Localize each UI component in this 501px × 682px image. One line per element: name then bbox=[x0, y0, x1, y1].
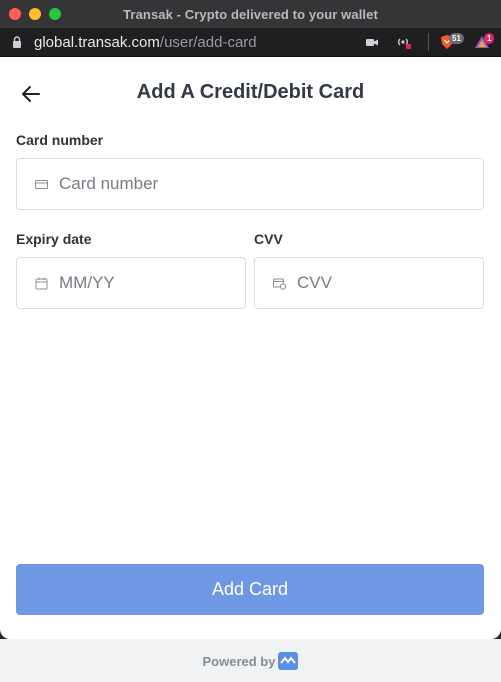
window-controls bbox=[9, 8, 61, 20]
url-text[interactable]: global.transak.com/user/add-card bbox=[34, 34, 257, 51]
expiry-date-field[interactable] bbox=[16, 257, 246, 309]
cvv-input[interactable] bbox=[295, 272, 482, 294]
toolbar-separator bbox=[428, 33, 429, 51]
cvv-card-icon bbox=[273, 278, 286, 290]
broadcast-off-icon[interactable] bbox=[396, 34, 412, 50]
card-number-label: Card number bbox=[16, 132, 104, 148]
cvv-label: CVV bbox=[254, 231, 283, 247]
transak-logo-icon[interactable] bbox=[278, 652, 299, 670]
page-title: Add A Credit/Debit Card bbox=[136, 81, 365, 103]
credit-card-icon bbox=[35, 179, 48, 189]
window-titlebar: Transak - Crypto delivered to your walle… bbox=[0, 0, 501, 28]
camera-icon[interactable] bbox=[364, 34, 380, 50]
card-number-field[interactable] bbox=[16, 158, 484, 210]
address-bar[interactable]: global.transak.com/user/add-card 51 1 bbox=[0, 28, 501, 57]
lock-icon bbox=[13, 36, 21, 48]
minimize-window-button[interactable] bbox=[29, 8, 41, 20]
card-number-input[interactable] bbox=[57, 173, 434, 195]
powered-by-text: Powered by bbox=[202, 653, 276, 669]
zoom-window-button[interactable] bbox=[49, 8, 61, 20]
cvv-field[interactable] bbox=[254, 257, 484, 309]
powered-by: Powered by bbox=[0, 652, 501, 670]
expiry-date-label: Expiry date bbox=[16, 231, 92, 247]
brave-shield-count: 51 bbox=[449, 33, 464, 44]
url-domain: global.transak.com bbox=[34, 34, 160, 51]
calendar-icon bbox=[35, 277, 48, 289]
url-path: /user/add-card bbox=[159, 34, 257, 51]
close-window-button[interactable] bbox=[9, 8, 21, 20]
widget-page: Add A Credit/Debit Card Card number Expi… bbox=[0, 57, 501, 639]
window-title: Transak - Crypto delivered to your walle… bbox=[123, 6, 378, 22]
extension-badge: 1 bbox=[484, 33, 495, 44]
add-card-button[interactable]: Add Card bbox=[16, 564, 484, 615]
expiry-date-input[interactable] bbox=[57, 272, 244, 294]
